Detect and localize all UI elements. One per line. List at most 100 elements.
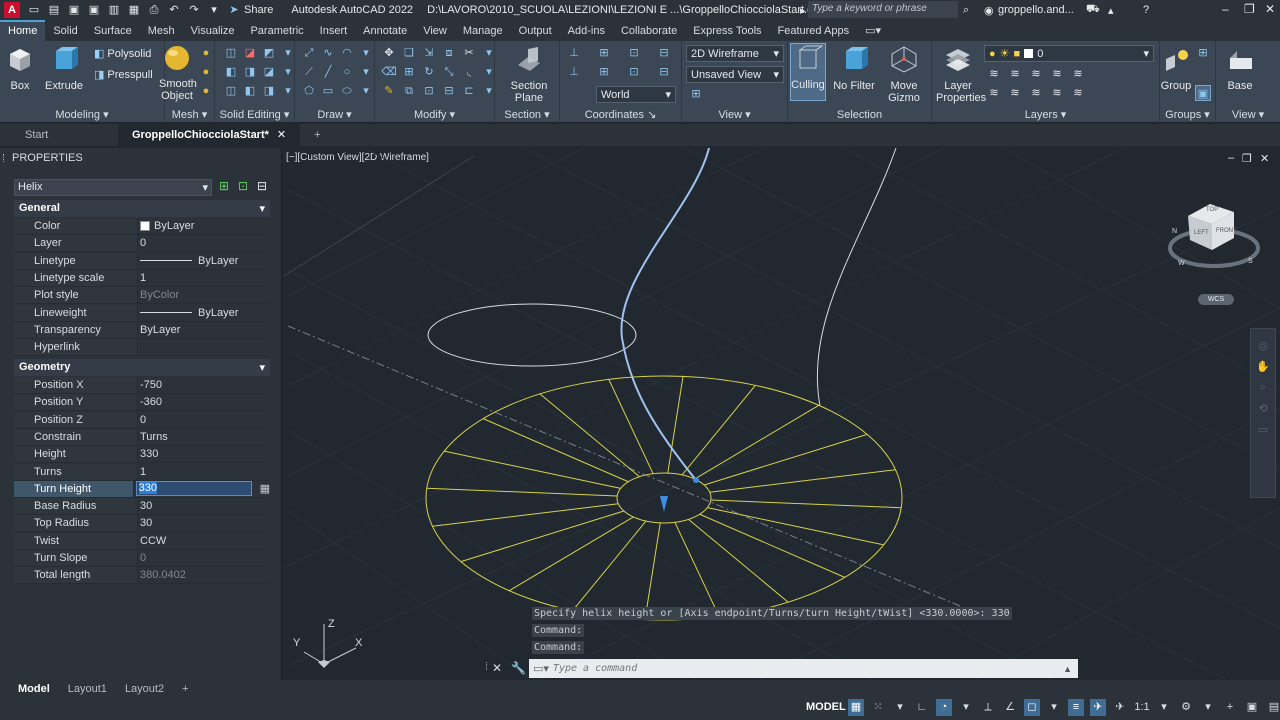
isodraft-icon[interactable]: ⟂	[980, 699, 996, 716]
layer-match-icon[interactable]: ≋	[986, 66, 1002, 82]
property-value[interactable]: ByColor	[138, 287, 270, 303]
orbit-icon[interactable]: ⟲	[1251, 402, 1275, 415]
share-button[interactable]: Share	[244, 4, 273, 16]
property-value[interactable]	[138, 339, 270, 355]
command-close-icon[interactable]: ✕	[492, 661, 502, 675]
ribbon-tab-collaborate[interactable]: Collaborate	[613, 22, 685, 41]
ribbon-tab-solid[interactable]: Solid	[45, 22, 85, 41]
property-value[interactable]: 0	[138, 550, 270, 566]
layer-isolate-icon[interactable]: ≋	[1028, 66, 1044, 82]
property-row-constrain[interactable]: Constrain Turns	[14, 428, 270, 446]
layer-walk-icon[interactable]: ≋	[986, 85, 1002, 101]
wcs-menu[interactable]: WCS	[1198, 294, 1234, 305]
property-row-turn-height[interactable]: Turn Height 330 ▦	[14, 480, 270, 498]
ribbon-tab-output[interactable]: Output	[511, 22, 560, 41]
layer-combo[interactable]: ● ☀ ■ 0 ▾	[984, 45, 1154, 62]
stretch-icon[interactable]: ⇲	[421, 45, 437, 61]
array-icon[interactable]: ⊞	[401, 64, 417, 80]
thicken-icon[interactable]: ◨	[261, 83, 277, 99]
grid-icon[interactable]: ▦	[848, 699, 864, 716]
viewcube[interactable]: TOP LEFT FRONT N W S	[1168, 198, 1260, 278]
ucs-face-icon[interactable]: ⊟	[656, 64, 672, 80]
ribbon-tab-featured-apps[interactable]: Featured Apps	[770, 22, 858, 41]
ellipse-icon[interactable]: ⬭	[339, 83, 355, 99]
save-icon[interactable]: ▣	[66, 3, 82, 17]
osnap-icon[interactable]: ◻	[1024, 699, 1040, 716]
close-button[interactable]: ✕	[1265, 2, 1275, 16]
layer-off-icon[interactable]: ≋	[1007, 66, 1023, 82]
share-icon[interactable]: ➤	[226, 3, 242, 17]
restore-button[interactable]: ❐	[1244, 2, 1255, 16]
ribbon-tab-parametric[interactable]: Parametric	[242, 22, 311, 41]
property-value[interactable]: 0	[138, 235, 270, 251]
annotation-visibility-icon[interactable]: ✈	[1090, 699, 1106, 716]
layer-previous-icon[interactable]: ≋	[1007, 85, 1023, 101]
ucs-view-icon[interactable]: ⊞	[596, 64, 612, 80]
property-row-base-radius[interactable]: Base Radius 30	[14, 498, 270, 516]
mirror-icon[interactable]: ⧈	[441, 45, 457, 61]
osnap-menu-icon[interactable]: ▾	[1046, 699, 1062, 716]
subtract-icon[interactable]: ◪	[242, 45, 258, 61]
draw-more-icon[interactable]: ▾	[358, 45, 374, 61]
start-tab[interactable]: Start	[0, 124, 118, 146]
arc-icon[interactable]: ◠	[339, 45, 355, 61]
annotation-scale[interactable]: 1:1	[1134, 699, 1150, 716]
rotate-icon[interactable]: ↻	[421, 64, 437, 80]
property-value[interactable]: 330 ▦	[134, 481, 270, 497]
mesh-refine-icon[interactable]: ●	[198, 83, 214, 99]
ortho-icon[interactable]: ∟	[914, 699, 930, 716]
property-row-turn-slope[interactable]: Turn Slope 0	[14, 550, 270, 567]
group-button[interactable]: Group	[1160, 45, 1192, 92]
property-row-position-z[interactable]: Position Z0	[14, 411, 270, 429]
property-row-top-radius[interactable]: Top Radius 30	[14, 515, 270, 533]
ribbon-tab-manage[interactable]: Manage	[455, 22, 511, 41]
solid-edit-more-icon[interactable]: ▾	[280, 45, 296, 61]
property-value[interactable]: ByLayer	[138, 253, 270, 269]
property-value[interactable]: 0	[138, 412, 270, 428]
slice-icon[interactable]: ◧	[223, 64, 239, 80]
property-value[interactable]: -750	[138, 377, 270, 393]
lineweight-icon[interactable]: ≡	[1068, 699, 1084, 716]
scale-icon[interactable]: ⤡	[441, 64, 457, 80]
property-row-plot-style[interactable]: Plot style ByColor	[14, 287, 270, 305]
solid-edit-more2-icon[interactable]: ▾	[280, 64, 296, 80]
snap-icon[interactable]: ⁙	[870, 699, 886, 716]
save-web-icon[interactable]: ▦	[126, 3, 142, 17]
quick-properties-icon[interactable]: ▤	[1266, 699, 1280, 716]
layer-unlock-icon[interactable]: ≋	[1070, 85, 1086, 101]
rectangle-icon[interactable]: ▭	[320, 83, 336, 99]
command-prompt-icon[interactable]: ▭▾	[529, 662, 553, 675]
trim-icon[interactable]: ✂	[461, 45, 477, 61]
union-icon[interactable]: ◫	[223, 45, 239, 61]
model-space-toggle[interactable]: MODEL	[806, 701, 846, 713]
property-row-hyperlink[interactable]: Hyperlink	[14, 339, 270, 357]
scale-menu-icon[interactable]: ▾	[1156, 699, 1172, 716]
separate-icon[interactable]: ◫	[223, 83, 239, 99]
a360-icon[interactable]: ▴	[1108, 4, 1114, 17]
draw-more3-icon[interactable]: ▾	[358, 83, 374, 99]
property-value[interactable]: -360	[138, 394, 270, 410]
ucs-named-icon[interactable]: ⊟	[656, 45, 672, 61]
toggle-pickadd-icon[interactable]: ⊞	[219, 179, 229, 193]
ucs-3point-icon[interactable]: ⊞	[596, 45, 612, 61]
drawing-viewport[interactable]: [−][Custom View][2D Wireframe] – ❐ ✕ TOP…	[284, 148, 1280, 680]
cart-icon[interactable]: ⛟	[1086, 3, 1100, 17]
minimize-button[interactable]: –	[1222, 2, 1229, 16]
command-line[interactable]: ▭▾ ▲	[529, 659, 1078, 678]
offset-icon[interactable]: ⧉	[401, 83, 417, 99]
pencil-icon[interactable]: ✎	[381, 83, 397, 99]
base-button[interactable]: Base	[1222, 45, 1258, 92]
command-history-toggle-icon[interactable]: ▲	[1063, 664, 1072, 674]
snap-menu-icon[interactable]: ▾	[892, 699, 908, 716]
line-icon[interactable]: ⤢	[301, 45, 317, 61]
autocad-logo-icon[interactable]: A	[4, 2, 20, 18]
user-icon[interactable]: ◉	[984, 4, 994, 17]
customize-qa-icon[interactable]: ▾	[206, 3, 222, 17]
join-icon[interactable]: ⊟	[441, 83, 457, 99]
group-edit-icon[interactable]: ⊞	[1195, 45, 1211, 61]
close-tab-icon[interactable]: ✕	[277, 124, 286, 146]
property-row-position-x[interactable]: Position X -750	[14, 377, 270, 394]
palette-grip[interactable]	[3, 154, 6, 162]
move-gizmo-button[interactable]: Move Gizmo	[884, 45, 924, 104]
ribbon-tab-add-ins[interactable]: Add-ins	[560, 22, 613, 41]
